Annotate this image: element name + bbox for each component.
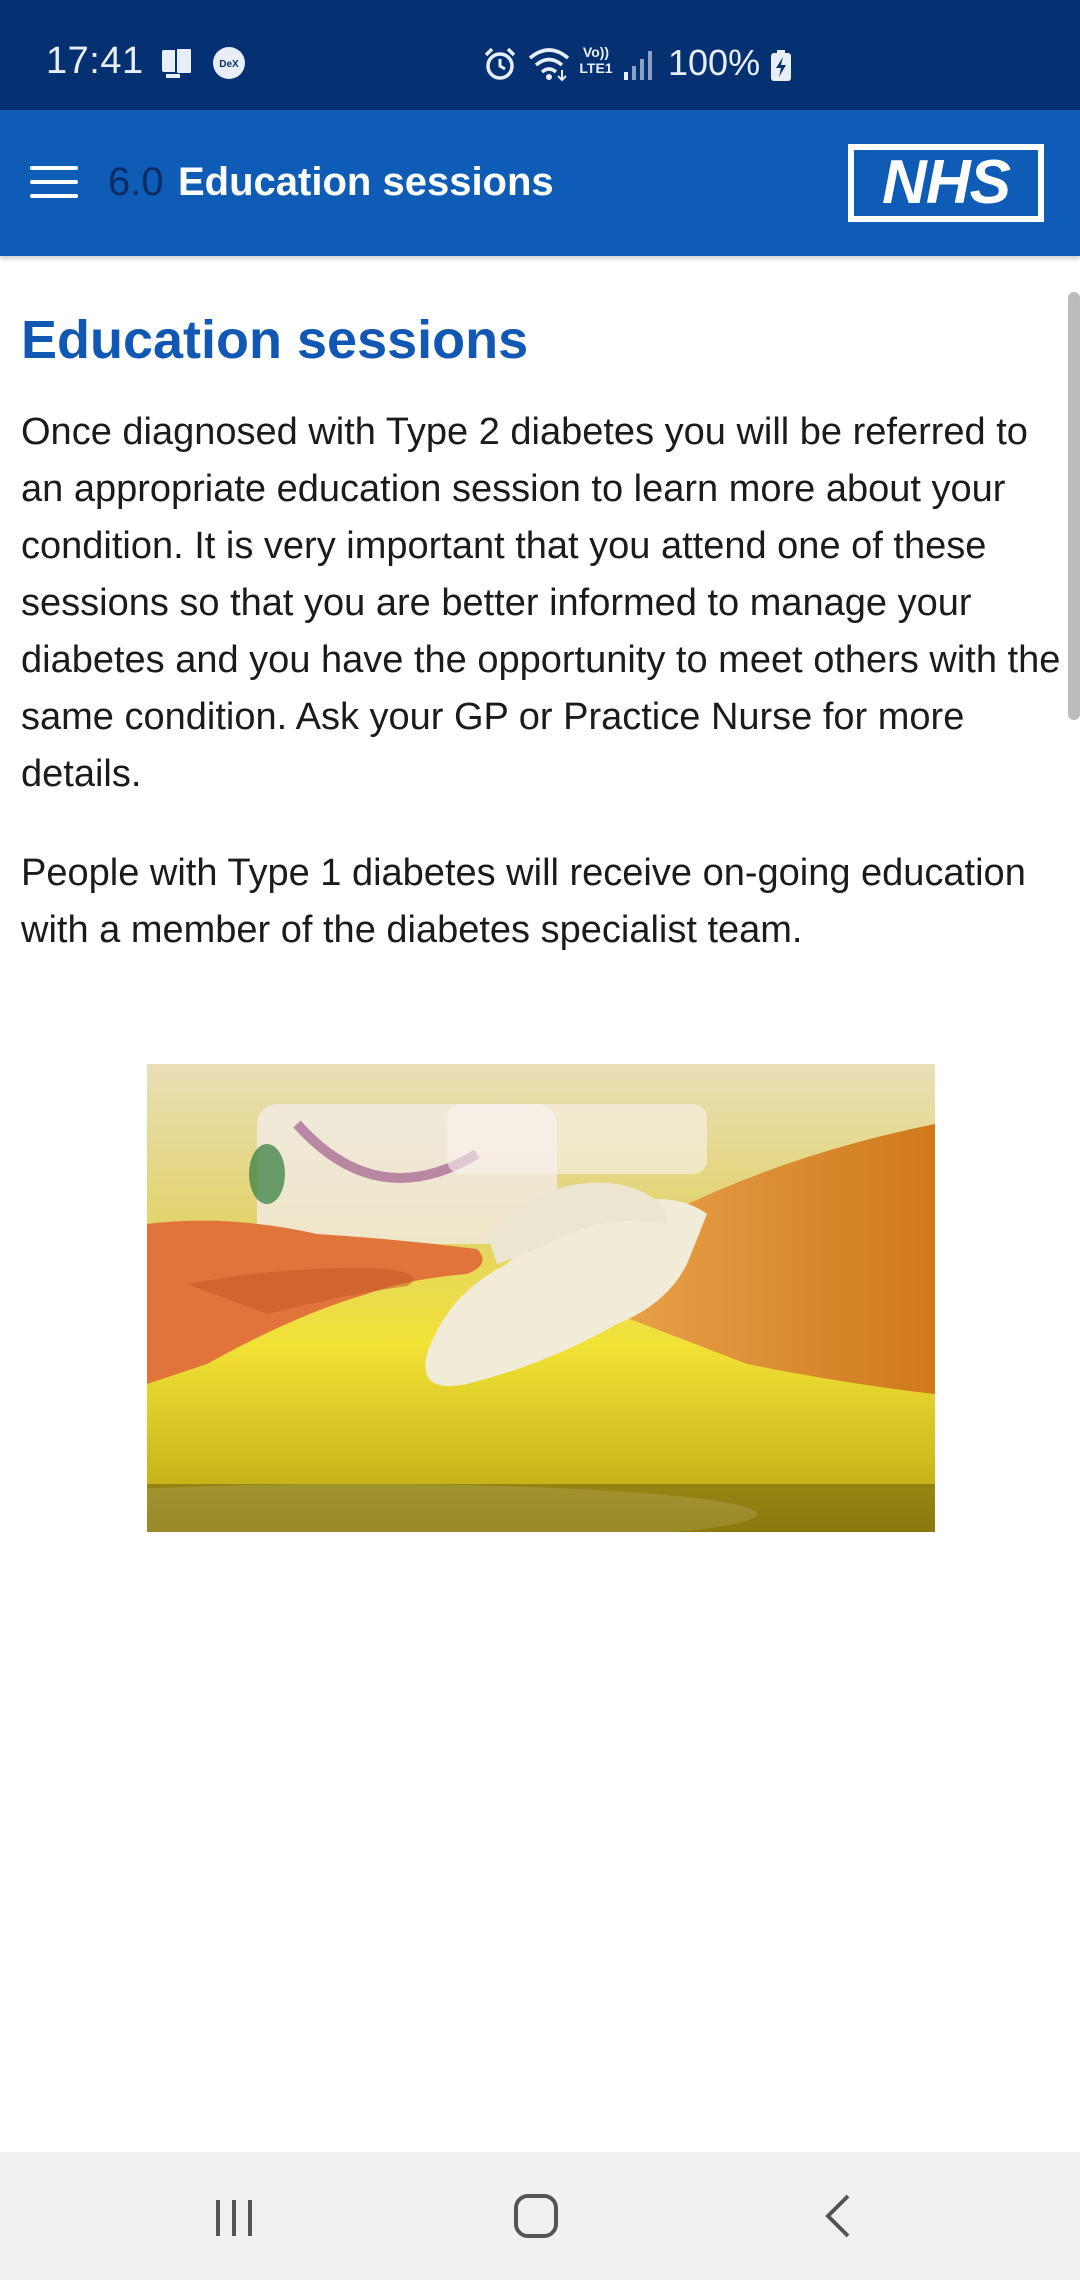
screen-mirror-icon	[162, 47, 193, 78]
app-bar-title: Education sessions	[178, 160, 554, 204]
battery-percentage: 100%	[668, 42, 761, 83]
volte-lte-icon: Vo)) LTE1	[579, 44, 613, 76]
wifi-icon	[528, 48, 570, 82]
svg-text:DeX: DeX	[219, 59, 239, 70]
alarm-icon	[484, 47, 516, 80]
signal-icon	[624, 51, 652, 80]
nhs-logo-text: NHS	[854, 150, 1038, 216]
paragraph-type-1: People with Type 1 diabetes will receive…	[21, 852, 1026, 951]
recent-apps-icon[interactable]	[194, 2182, 274, 2250]
section-number: 6.0	[108, 160, 164, 204]
status-notification-icons: DeX	[160, 46, 246, 80]
dex-icon: DeX	[213, 47, 245, 79]
paragraph-type-2: Once diagnosed with Type 2 diabetes you …	[21, 411, 1061, 795]
navigation-bar	[0, 2152, 1080, 2280]
article-content: Education sessions Once diagnosed with T…	[21, 290, 1061, 1001]
back-icon[interactable]	[800, 2182, 880, 2250]
menu-icon[interactable]	[30, 166, 78, 202]
scrollbar[interactable]	[1068, 292, 1080, 720]
page-title: Education sessions	[21, 310, 529, 370]
blood-test-photo	[147, 1064, 935, 1532]
app-bar: 6.0 Education sessions NHS	[0, 110, 1080, 256]
status-bar: 17:41 DeX Vo)) LTE1 100%	[0, 0, 1080, 110]
home-icon[interactable]	[496, 2182, 576, 2250]
status-time: 17:41	[46, 40, 144, 82]
battery-charging-icon	[771, 50, 791, 81]
nhs-logo: NHS	[848, 144, 1044, 222]
